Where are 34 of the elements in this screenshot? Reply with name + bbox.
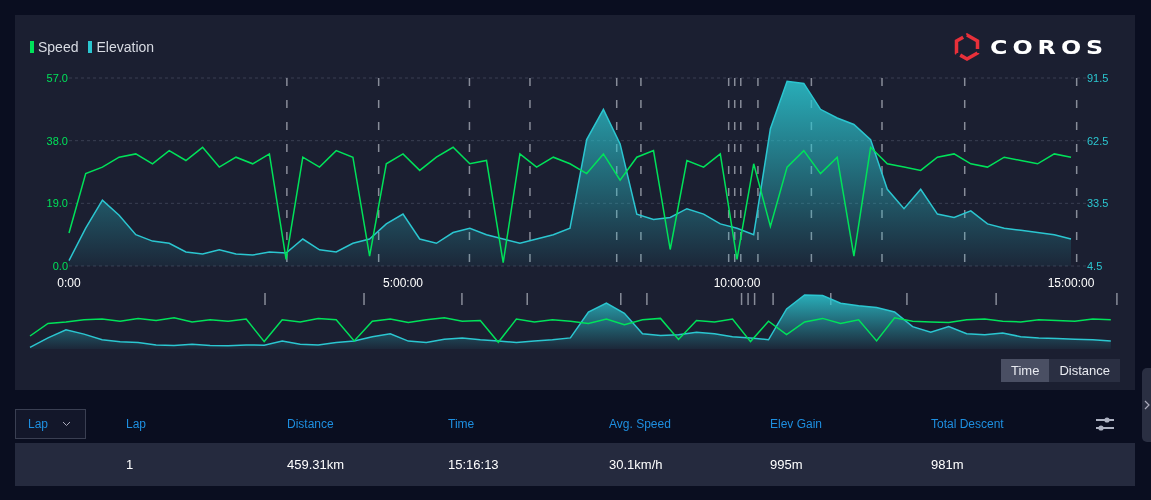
y-axis-label: 91.5 [1087,72,1109,84]
y-axis-label: 38.0 [46,134,68,147]
collapse-tab[interactable] [1142,368,1151,442]
table-cell-text: 30.1km/h [609,457,664,472]
y-axis-label: 4.5 [1087,260,1103,272]
column-header: Lap [126,417,148,431]
table-cell-text: 995m [770,457,804,472]
y-axis-label: 57.0 [46,72,68,84]
caret-icon [62,421,72,427]
table-cell-text: 1 [126,457,135,472]
x-axis-label: 10:00:00 [713,276,761,290]
legend-label[interactable]: Speed [38,38,79,55]
chevron-icon [1143,400,1150,410]
y-axis-label: 33.5 [1087,197,1109,210]
table-cell-text: 15:16:13 [448,457,500,472]
column-header: Distance [287,417,335,431]
brand-logo-text: COROS [990,35,1109,58]
column-header: Total Descent [931,417,1005,431]
axis-mode-tab[interactable]: Time [1001,359,1050,382]
column-header: Elev Gain [770,417,824,431]
x-axis-label: 15:00:00 [1047,276,1095,290]
x-axis-label: 5:00:00 [383,276,423,290]
lap-dropdown[interactable]: Lap [15,409,86,439]
y-axis-label: 19.0 [46,197,68,210]
settings-icon[interactable] [1095,416,1115,432]
x-axis-label: 0:00 [57,276,81,290]
column-header: Time [448,417,476,431]
column-header: Avg. Speed [609,417,672,431]
table-cell-text: 981m [931,457,965,472]
y-axis-label: 0.0 [52,260,68,272]
table-cell-text: 459.31km [287,457,346,472]
legend-label[interactable]: Elevation [96,38,155,55]
y-axis-label: 62.5 [1087,134,1109,147]
axis-mode-tab[interactable]: Distance [1049,359,1120,382]
